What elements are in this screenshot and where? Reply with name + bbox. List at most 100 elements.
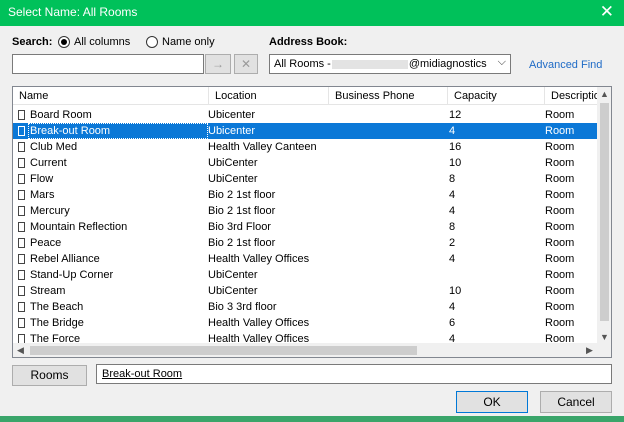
table-row[interactable]: The Beach Bio 3 3rd floor 4 Room — [13, 299, 597, 315]
table-row[interactable]: Break-out Room Ubicenter 4 Room — [13, 123, 597, 139]
room-description: Room — [545, 269, 575, 281]
address-book-label: Address Book: — [269, 36, 348, 48]
clear-search-button[interactable]: ✕ — [234, 54, 258, 74]
all-columns-radio[interactable] — [58, 36, 70, 48]
room-capacity: 4 — [449, 125, 456, 137]
go-button[interactable]: → — [205, 54, 231, 74]
room-icon — [18, 110, 25, 120]
advanced-find-link[interactable]: Advanced Find — [529, 59, 602, 71]
room-icon — [18, 142, 25, 152]
rooms-button[interactable]: Rooms — [12, 365, 87, 386]
room-location: Bio 2 1st floor — [208, 237, 276, 249]
redacted-domain — [331, 59, 408, 69]
room-name: Current — [30, 157, 67, 169]
table-row[interactable]: The Bridge Health Valley Offices 6 Room — [13, 315, 597, 331]
address-book-suffix: @midiagnostics — [408, 58, 487, 70]
room-name: Club Med — [30, 141, 78, 153]
room-capacity: 4 — [449, 253, 456, 265]
room-location: Ubicenter — [208, 125, 256, 137]
room-location: Bio 3rd Floor — [208, 221, 271, 233]
name-only-radio[interactable] — [146, 36, 158, 48]
room-name: Mercury — [30, 205, 70, 217]
table-row[interactable]: Board Room Ubicenter 12 Room — [13, 107, 597, 123]
room-capacity: 8 — [449, 221, 456, 233]
room-location: Health Valley Canteen — [208, 141, 317, 153]
ok-button[interactable]: OK — [456, 391, 528, 413]
room-capacity: 4 — [449, 189, 456, 201]
room-name: Break-out Room — [28, 123, 208, 139]
column-header-name[interactable]: Name — [13, 87, 209, 105]
room-capacity: 8 — [449, 173, 456, 185]
scroll-left-icon[interactable]: ◀ — [13, 343, 28, 357]
all-columns-label[interactable]: All columns — [74, 36, 130, 48]
select-name-dialog: Search: All columns Name only → ✕ Addres… — [0, 26, 624, 416]
room-description: Room — [545, 189, 575, 201]
room-description: Room — [545, 221, 575, 233]
vertical-scrollbar[interactable]: ▲ ▼ — [597, 87, 611, 345]
table-row[interactable]: Rebel Alliance Health Valley Offices 4 Room — [13, 251, 597, 267]
room-icon — [18, 270, 25, 280]
table-row[interactable]: Stream UbiCenter 10 Room — [13, 283, 597, 299]
room-description: Room — [545, 157, 575, 169]
scroll-up-icon[interactable]: ▲ — [597, 87, 611, 102]
room-name: Board Room — [30, 109, 92, 121]
address-book-dropdown[interactable]: All Rooms - @midiagnostics ⌵ — [269, 54, 511, 74]
room-icon — [18, 318, 25, 328]
list-rows: Board Room Ubicenter 12 Room Break-out Room U… — [13, 107, 597, 345]
room-name: Rebel Alliance — [30, 253, 100, 265]
search-label: Search: — [12, 36, 53, 48]
room-capacity: 10 — [449, 157, 462, 169]
room-capacity: 10 — [449, 285, 462, 297]
room-name: Mars — [30, 189, 55, 201]
selected-rooms-field[interactable]: Break-out Room — [96, 364, 612, 384]
room-description: Room — [545, 173, 575, 185]
horizontal-scrollbar[interactable]: ◀ ▶ — [13, 343, 611, 357]
room-description: Room — [545, 285, 575, 297]
room-icon — [18, 190, 25, 200]
room-description: Room — [545, 125, 575, 137]
room-icon — [18, 238, 25, 248]
room-icon — [18, 174, 25, 184]
address-book-prefix: All Rooms - — [274, 58, 331, 70]
name-only-label[interactable]: Name only — [162, 36, 215, 48]
room-capacity: 4 — [449, 205, 456, 217]
table-row[interactable]: Current UbiCenter 10 Room — [13, 155, 597, 171]
room-name: Flow — [30, 173, 54, 185]
room-location: UbiCenter — [208, 157, 258, 169]
room-name: Mountain Reflection — [30, 221, 128, 233]
room-description: Room — [545, 253, 575, 265]
cancel-button[interactable]: Cancel — [540, 391, 612, 413]
room-location: UbiCenter — [208, 285, 258, 297]
room-capacity: 2 — [449, 237, 456, 249]
column-header-business-phone[interactable]: Business Phone — [329, 87, 448, 105]
room-icon — [18, 222, 25, 232]
table-row[interactable]: Peace Bio 2 1st floor 2 Room — [13, 235, 597, 251]
selected-room-link[interactable]: Break-out Room — [102, 368, 182, 380]
room-location: Health Valley Offices — [208, 317, 310, 329]
room-icon — [18, 158, 25, 168]
room-location: Ubicenter — [208, 109, 256, 121]
room-location: Bio 2 1st floor — [208, 189, 276, 201]
column-header-capacity[interactable]: Capacity — [448, 87, 545, 105]
rooms-list[interactable]: Name Location Business Phone Capacity De… — [12, 86, 612, 358]
room-capacity: 6 — [449, 317, 456, 329]
table-row[interactable]: Mars Bio 2 1st floor 4 Room — [13, 187, 597, 203]
horizontal-scroll-thumb[interactable] — [30, 346, 417, 355]
room-capacity — [449, 267, 545, 283]
search-input[interactable] — [12, 54, 204, 74]
table-row[interactable]: Club Med Health Valley Canteen 16 Room — [13, 139, 597, 155]
vertical-scroll-thumb[interactable] — [600, 103, 609, 321]
room-location: UbiCenter — [208, 269, 258, 281]
table-row[interactable]: Mountain Reflection Bio 3rd Floor 8 Room — [13, 219, 597, 235]
room-description: Room — [545, 141, 575, 153]
room-description: Room — [545, 301, 575, 313]
close-icon[interactable]: ✕ — [600, 2, 614, 22]
table-row[interactable]: Stand-Up Corner UbiCenter Room — [13, 267, 597, 283]
room-icon — [18, 254, 25, 264]
table-row[interactable]: Mercury Bio 2 1st floor 4 Room — [13, 203, 597, 219]
room-description: Room — [545, 317, 575, 329]
scroll-right-icon[interactable]: ▶ — [582, 343, 597, 357]
room-location: UbiCenter — [208, 173, 258, 185]
table-row[interactable]: Flow UbiCenter 8 Room — [13, 171, 597, 187]
column-header-location[interactable]: Location — [209, 87, 329, 105]
